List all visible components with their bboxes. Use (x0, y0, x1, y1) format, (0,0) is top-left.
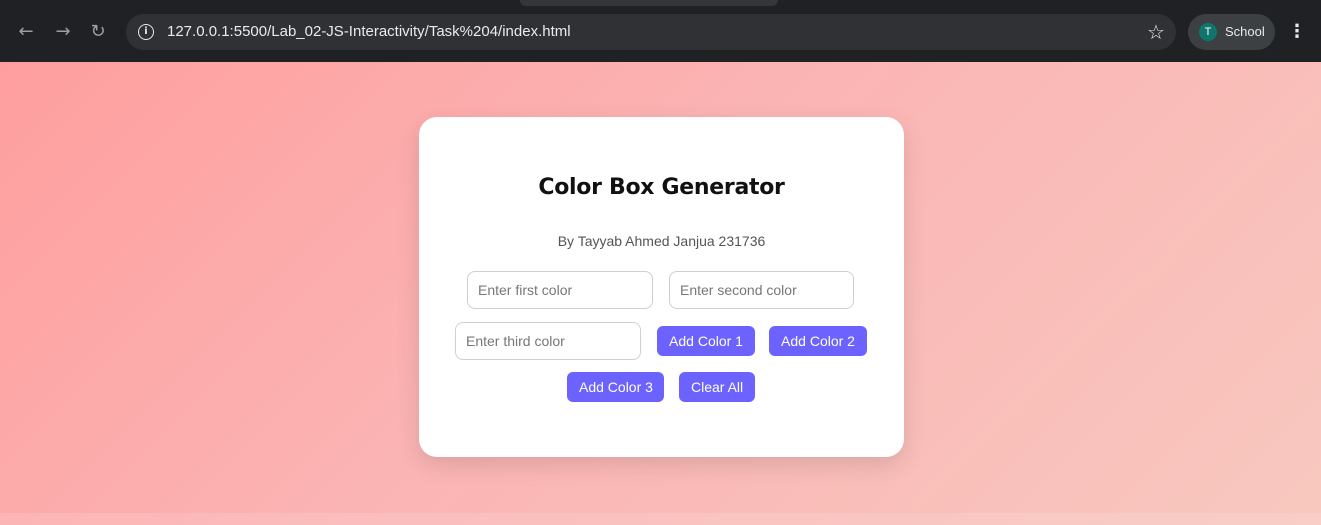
author-subtitle: By Tayyab Ahmed Janjua 231736 (557, 233, 766, 249)
reload-icon[interactable]: ↻ (86, 20, 110, 44)
bookmark-star-icon[interactable]: ☆ (1144, 20, 1168, 44)
address-bar[interactable]: i 127.0.0.1:5500/Lab_02-JS-Interactivity… (126, 14, 1176, 50)
first-color-input[interactable] (467, 271, 653, 309)
profile-button[interactable]: T School (1188, 14, 1275, 50)
page-bottom-strip (0, 513, 1321, 525)
profile-name: School (1225, 24, 1265, 39)
active-tab-edge[interactable] (520, 0, 778, 6)
add-color-3-button[interactable]: Add Color 3 (567, 372, 664, 402)
url-text[interactable]: 127.0.0.1:5500/Lab_02-JS-Interactivity/T… (167, 23, 571, 41)
forward-arrow-icon[interactable]: → (51, 20, 75, 44)
page-title: Color Box Generator (538, 175, 785, 200)
color-generator-card: Color Box Generator By Tayyab Ahmed Janj… (419, 117, 904, 457)
add-color-2-button[interactable]: Add Color 2 (769, 326, 867, 356)
browser-menu-icon[interactable]: ⋮ (1287, 20, 1307, 44)
clear-all-button[interactable]: Clear All (679, 372, 755, 402)
profile-avatar: T (1199, 23, 1217, 41)
back-arrow-icon[interactable]: ← (14, 20, 38, 44)
site-info-icon[interactable]: i (138, 24, 154, 40)
browser-toolbar: ← → ↻ i 127.0.0.1:5500/Lab_02-JS-Interac… (0, 0, 1321, 62)
page-background: Color Box Generator By Tayyab Ahmed Janj… (0, 62, 1321, 525)
second-color-input[interactable] (669, 271, 854, 309)
add-color-1-button[interactable]: Add Color 1 (657, 326, 755, 356)
third-color-input[interactable] (455, 322, 641, 360)
